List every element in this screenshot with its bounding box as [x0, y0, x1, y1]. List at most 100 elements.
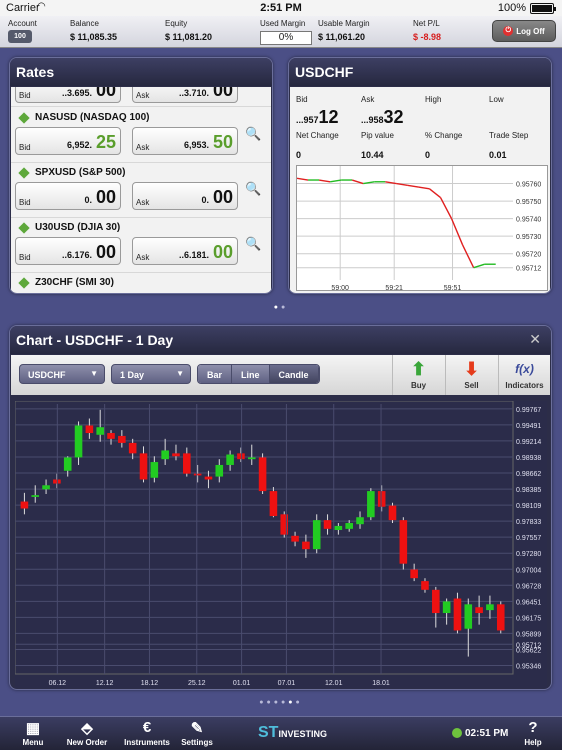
search-icon[interactable]: 🔍 [245, 126, 261, 142]
usable-margin-value: $ 11,061.20 [318, 32, 366, 42]
ask-label: Ask [136, 198, 150, 207]
ask-label: Ask [136, 253, 150, 262]
candle-body [442, 601, 451, 614]
candle-body [410, 569, 418, 579]
segment-line[interactable]: Line [232, 365, 270, 383]
ask-box[interactable]: Ask ..6.181. 00 [132, 237, 238, 265]
candle-body [42, 485, 50, 490]
ask-box[interactable]: Ask 6,953. 50 [132, 127, 238, 155]
usdchf-panel: USDCHF Bid Ask High Low ...95712 ...9583… [288, 57, 552, 294]
rate-row[interactable]: Bid ..3.695. 00 Ask ..3.710. 00 [11, 87, 271, 107]
used-margin-value: 0% [260, 31, 312, 45]
y-tick-label: 0.95712 [516, 266, 541, 273]
brand-logo: STINVESTING [258, 724, 327, 741]
page-indicator[interactable]: ●●●●●● [0, 699, 562, 706]
y-tick-label: 0.95730 [516, 234, 541, 241]
search-icon[interactable]: 🔍 [245, 236, 261, 252]
menu-icon: ▦ [25, 720, 41, 737]
candlestick-chart-area[interactable]: 0.99767 0.99491 0.99214 0.98938 0.98662 0.983… [14, 400, 547, 688]
y-tick-label: 0.95346 [516, 664, 541, 671]
buy-button[interactable]: ⬆ Buy [392, 355, 444, 395]
y-tick-label: 0.96451 [516, 599, 541, 606]
bid-box[interactable]: Bid ..6.176. 00 [15, 237, 121, 265]
rate-row[interactable]: NASUSD (NASDAQ 100) Bid 6,952. 25 Ask 6,… [11, 108, 271, 163]
rates-list[interactable]: Bid ..3.695. 00 Ask ..3.710. 00 NASUSD (… [11, 87, 271, 293]
equity-value: $ 11,081.20 [165, 32, 213, 42]
pip-value-label: Pip value [361, 131, 394, 140]
candle-body [367, 491, 375, 518]
menu-button[interactable]: ▦ Menu [18, 719, 48, 747]
x-tick-label: 59:51 [444, 285, 462, 291]
search-icon[interactable]: 🔍 [245, 181, 261, 197]
candle-body [486, 604, 494, 611]
candle-body [139, 453, 148, 480]
connection-status-icon [452, 728, 462, 739]
rate-row[interactable]: Z30CHF (SMI 30) [11, 273, 271, 293]
log-off-button[interactable]: ⏻ Log Off [492, 20, 556, 42]
x-tick-label: 25.12 [188, 680, 206, 687]
bid-label: Bid [19, 143, 31, 152]
ask-value[interactable]: ...95832 [361, 107, 404, 128]
x-tick-label: 07.01 [278, 680, 296, 687]
equity-label: Equity [165, 19, 188, 28]
instrument-icon [18, 167, 30, 179]
battery-icon [530, 3, 556, 14]
net-change-label: Net Change [296, 131, 339, 140]
candlestick-chart[interactable]: 0.99767 0.99491 0.99214 0.98938 0.98662 0.983… [14, 400, 547, 688]
candle-body [291, 535, 299, 542]
chevron-down-icon: ▼ [90, 369, 98, 378]
rate-row[interactable]: U30USD (DJIA 30) Bid ..6.176. 00 Ask ..6… [11, 218, 271, 273]
rate-row[interactable]: SPXUSD (S&P 500) Bid 0. 00 Ask 0. 00 🔍 [11, 163, 271, 218]
balance-label: Balance [70, 19, 99, 28]
candle-body [323, 520, 332, 529]
sell-button[interactable]: ⬇ Sell [445, 355, 497, 395]
new-order-icon: ⬘ [81, 720, 93, 737]
candle-body [204, 476, 213, 480]
bid-value[interactable]: ...95712 [296, 107, 339, 128]
candle-body [237, 453, 245, 460]
close-icon[interactable]: ✕ [529, 331, 541, 348]
bid-box[interactable]: Bid ..3.695. 00 [15, 87, 121, 103]
rates-panel: Rates Bid ..3.695. 00 Ask ..3.710. 00 NA… [9, 57, 273, 294]
y-tick-label: 0.95750 [516, 199, 541, 206]
bid-pre: 6,952. [66, 140, 92, 150]
instruments-button[interactable]: € Instruments [124, 719, 170, 747]
y-tick-label: 0.97280 [516, 551, 541, 558]
indicators-button[interactable]: f(x) Indicators [498, 355, 550, 395]
ask-label: Ask [361, 95, 375, 104]
bid-label: Bid [296, 95, 308, 104]
symbol-dropdown[interactable]: USDCHF ▼ [19, 364, 105, 384]
x-tick-label: 06.12 [49, 680, 67, 687]
segment-bar[interactable]: Bar [198, 365, 233, 383]
candle-body [128, 442, 137, 454]
ask-box[interactable]: Ask 0. 00 [132, 182, 238, 210]
bid-box[interactable]: Bid 0. 00 [15, 182, 121, 210]
period-dropdown[interactable]: 1 Day ▼ [111, 364, 191, 384]
rates-title: Rates [10, 58, 272, 86]
y-tick-label: 0.99491 [516, 423, 541, 430]
y-tick-label: 0.97557 [516, 535, 541, 542]
chart-type-segmented[interactable]: Bar Line Candle [197, 364, 320, 384]
y-tick-label: 0.95740 [516, 217, 541, 224]
new-order-button[interactable]: ⬘ New Order [64, 719, 110, 747]
chart-panel: Chart - USDCHF - 1 Day ✕ USDCHF ▼ 1 Day ▼ … [9, 325, 552, 690]
page-indicator[interactable]: ●● [0, 304, 562, 311]
ask-box[interactable]: Ask ..3.710. 00 [132, 87, 238, 103]
pct-change-label: % Change [425, 131, 463, 140]
instruments-icon: € [142, 719, 152, 736]
candle-body [85, 425, 94, 434]
y-tick-label: 0.96175 [516, 615, 541, 622]
candle-body [183, 453, 191, 474]
settings-button[interactable]: ✎ Settings [178, 719, 216, 747]
candle-body [258, 457, 267, 492]
bid-box[interactable]: Bid 6,952. 25 [15, 127, 121, 155]
segment-candle[interactable]: Candle [269, 365, 319, 383]
account-label: Account [8, 19, 37, 28]
candle-body [161, 450, 169, 460]
ask-label: Ask [136, 143, 150, 152]
candle-body [388, 505, 397, 521]
candle-body [399, 520, 408, 564]
ask-big: 00 [212, 242, 233, 262]
account-button[interactable]: 100 [8, 30, 32, 43]
help-button[interactable]: ? Help [520, 719, 546, 747]
